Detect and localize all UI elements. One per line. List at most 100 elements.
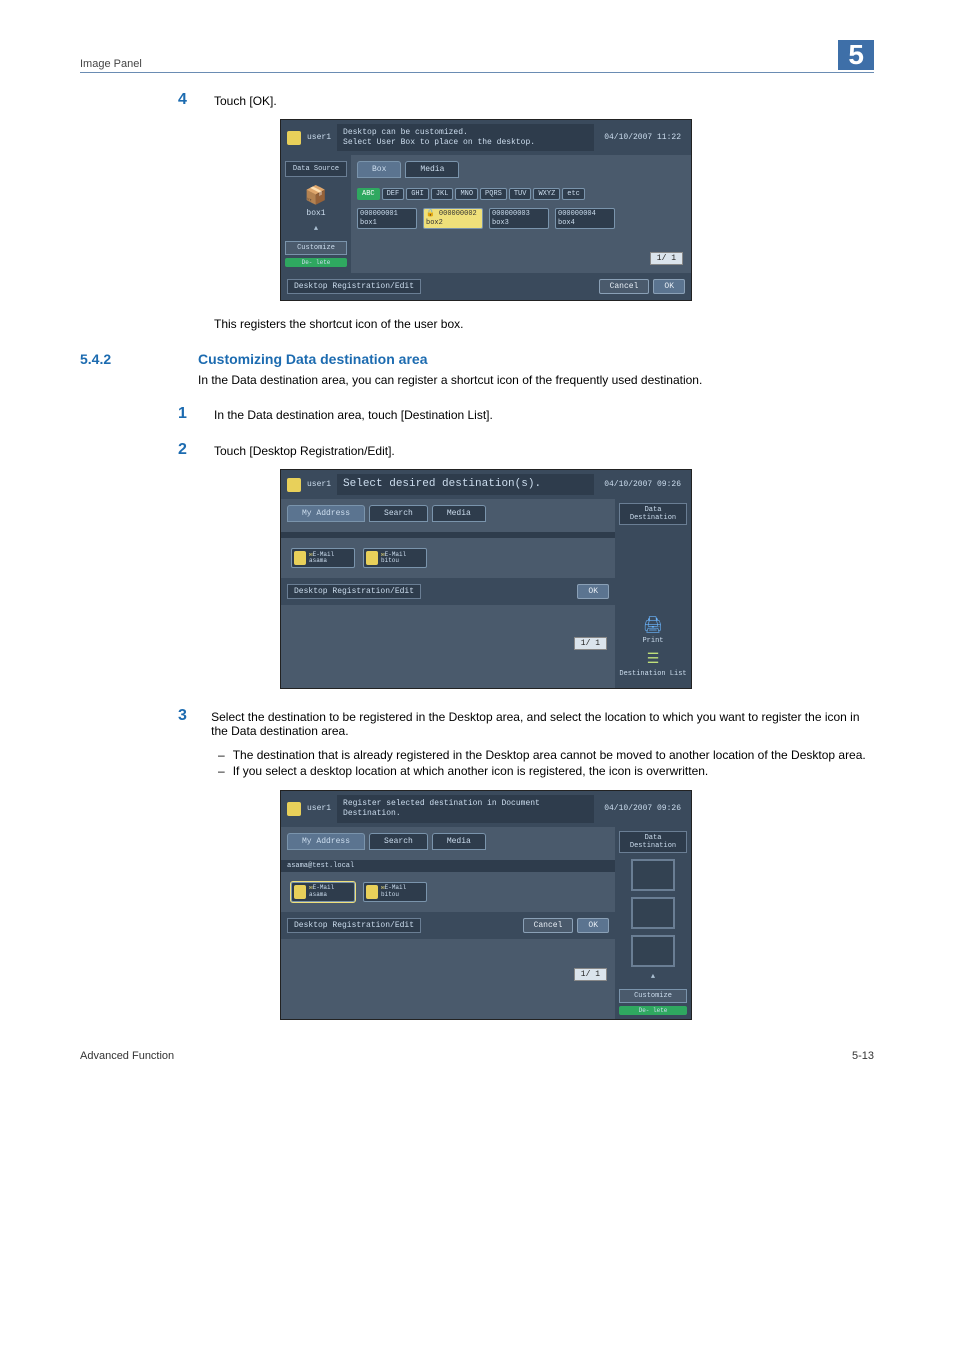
ok-button[interactable]: OK: [653, 279, 685, 294]
screenshot-register-destination: user1 Register selected destination in D…: [280, 790, 692, 1019]
person-icon: [366, 551, 378, 565]
page-indicator: 1/ 1: [650, 252, 683, 265]
timestamp: 04/10/2007 09:26: [600, 480, 685, 489]
alpha-pqrs[interactable]: PQRS: [480, 188, 507, 200]
cancel-button[interactable]: Cancel: [599, 279, 650, 294]
printer-icon: 🖨: [643, 615, 663, 635]
title-message: Register selected destination in Documen…: [337, 795, 594, 822]
tab-media[interactable]: Media: [432, 505, 486, 522]
chapter-number: 5: [838, 40, 874, 70]
user-avatar-icon: [287, 478, 301, 492]
ok-button[interactable]: OK: [577, 918, 609, 933]
step-text: Touch [Desktop Registration/Edit].: [214, 441, 395, 459]
person-icon: [294, 551, 306, 565]
header-left: Image Panel: [80, 58, 142, 70]
up-arrow-icon: ▲: [285, 225, 347, 233]
screenshot-box-selection: user1 Desktop can be customized. Select …: [280, 119, 692, 301]
tab-my-address[interactable]: My Address: [287, 833, 365, 850]
alpha-jkl[interactable]: JKL: [431, 188, 454, 200]
tab-media[interactable]: Media: [405, 161, 459, 178]
foot-title: Desktop Registration/Edit: [287, 279, 421, 294]
title-message: Select desired destination(s).: [337, 474, 594, 495]
destination-bitou[interactable]: ✉E-Mailbitou: [363, 882, 427, 902]
timestamp: 04/10/2007 11:22: [600, 133, 685, 142]
destination-asama[interactable]: ✉E-Mailasama: [291, 882, 355, 902]
destination-slot-3[interactable]: [631, 935, 675, 967]
selected-address: asama@test.local: [281, 860, 615, 872]
box-item-2[interactable]: 🔒 000000002box2: [423, 208, 483, 229]
title-message: Desktop can be customized. Select User B…: [337, 124, 594, 151]
destination-bitou[interactable]: ✉E-Mailbitou: [363, 548, 427, 568]
destination-slot-2[interactable]: [631, 897, 675, 929]
dash-icon: –: [218, 748, 225, 762]
section-intro: In the Data destination area, you can re…: [198, 373, 874, 387]
tab-search[interactable]: Search: [369, 833, 428, 850]
box-icon: 📦: [305, 185, 327, 207]
footer-left: Advanced Function: [80, 1050, 174, 1062]
alpha-wxyz[interactable]: WXYZ: [533, 188, 560, 200]
step-2: 2 Touch [Desktop Registration/Edit].: [178, 441, 874, 459]
user-avatar-icon: [287, 131, 301, 145]
box-item-1[interactable]: 000000001box1: [357, 208, 417, 229]
user-avatar-icon: [287, 802, 301, 816]
destination-slot-1[interactable]: [631, 859, 675, 891]
alpha-ghi[interactable]: GHI: [406, 188, 429, 200]
ok-button[interactable]: OK: [577, 584, 609, 599]
delete-button[interactable]: De- lete: [619, 1006, 687, 1015]
section-heading: 5.4.2 Customizing Data destination area: [80, 351, 874, 367]
step-4: 4 Touch [OK].: [178, 91, 874, 109]
step-number: 2: [178, 441, 196, 459]
step-text: In the Data destination area, touch [Des…: [214, 405, 493, 423]
up-arrow-icon: ▲: [619, 973, 687, 981]
page-footer: Advanced Function 5-13: [80, 1050, 874, 1062]
result-text: This registers the shortcut icon of the …: [214, 317, 874, 331]
section-number: 5.4.2: [80, 351, 170, 367]
section-title: Customizing Data destination area: [198, 351, 427, 367]
person-icon: [366, 885, 378, 899]
step-text: Touch [OK].: [214, 91, 277, 109]
data-destination-label: Data Destination: [619, 503, 687, 525]
step-text: Select the destination to be registered …: [211, 707, 874, 738]
page-indicator: 1/ 1: [574, 637, 607, 650]
step-3-notes: –The destination that is already registe…: [218, 748, 874, 778]
step-3: 3 Select the destination to be registere…: [178, 707, 874, 738]
step-number: 4: [178, 91, 196, 109]
foot-title: Desktop Registration/Edit: [287, 918, 421, 933]
step-number: 3: [178, 707, 193, 738]
customize-button[interactable]: Customize: [285, 241, 347, 255]
cancel-button[interactable]: Cancel: [523, 918, 574, 933]
alpha-abc[interactable]: ABC: [357, 188, 380, 200]
timestamp: 04/10/2007 09:26: [600, 804, 685, 813]
print-button[interactable]: 🖨 Print: [619, 615, 687, 645]
user-name: user1: [307, 480, 331, 489]
destination-list-button[interactable]: ☰ Destination List: [619, 651, 687, 678]
page-indicator: 1/ 1: [574, 968, 607, 981]
data-source-label: Data Source: [285, 161, 347, 177]
screenshot-select-destination: user1 Select desired destination(s). 04/…: [280, 469, 692, 689]
desktop-slot-1[interactable]: 📦 box1: [294, 181, 338, 221]
foot-title: Desktop Registration/Edit: [287, 584, 421, 599]
alpha-def[interactable]: DEF: [382, 188, 405, 200]
alpha-etc[interactable]: etc: [562, 188, 585, 200]
alpha-mno[interactable]: MNO: [455, 188, 478, 200]
tab-my-address[interactable]: My Address: [287, 505, 365, 522]
step-number: 1: [178, 405, 196, 423]
delete-button[interactable]: De- lete: [285, 258, 347, 267]
box-item-3[interactable]: 000000003box3: [489, 208, 549, 229]
user-name: user1: [307, 133, 331, 142]
box-item-4[interactable]: 000000004box4: [555, 208, 615, 229]
tab-search[interactable]: Search: [369, 505, 428, 522]
destination-asama[interactable]: ✉E-Mailasama: [291, 548, 355, 568]
alpha-tuv[interactable]: TUV: [509, 188, 532, 200]
data-destination-label: Data Destination: [619, 831, 687, 853]
alpha-filter-row: ABC DEF GHI JKL MNO PQRS TUV WXYZ etc: [357, 188, 685, 200]
tab-box[interactable]: Box: [357, 161, 401, 178]
step-1: 1 In the Data destination area, touch [D…: [178, 405, 874, 423]
person-icon: [294, 885, 306, 899]
dash-icon: –: [218, 764, 225, 778]
page-header: Image Panel 5: [80, 40, 874, 73]
customize-button[interactable]: Customize: [619, 989, 687, 1003]
list-icon: ☰: [647, 651, 660, 668]
footer-right: 5-13: [852, 1050, 874, 1062]
tab-media[interactable]: Media: [432, 833, 486, 850]
